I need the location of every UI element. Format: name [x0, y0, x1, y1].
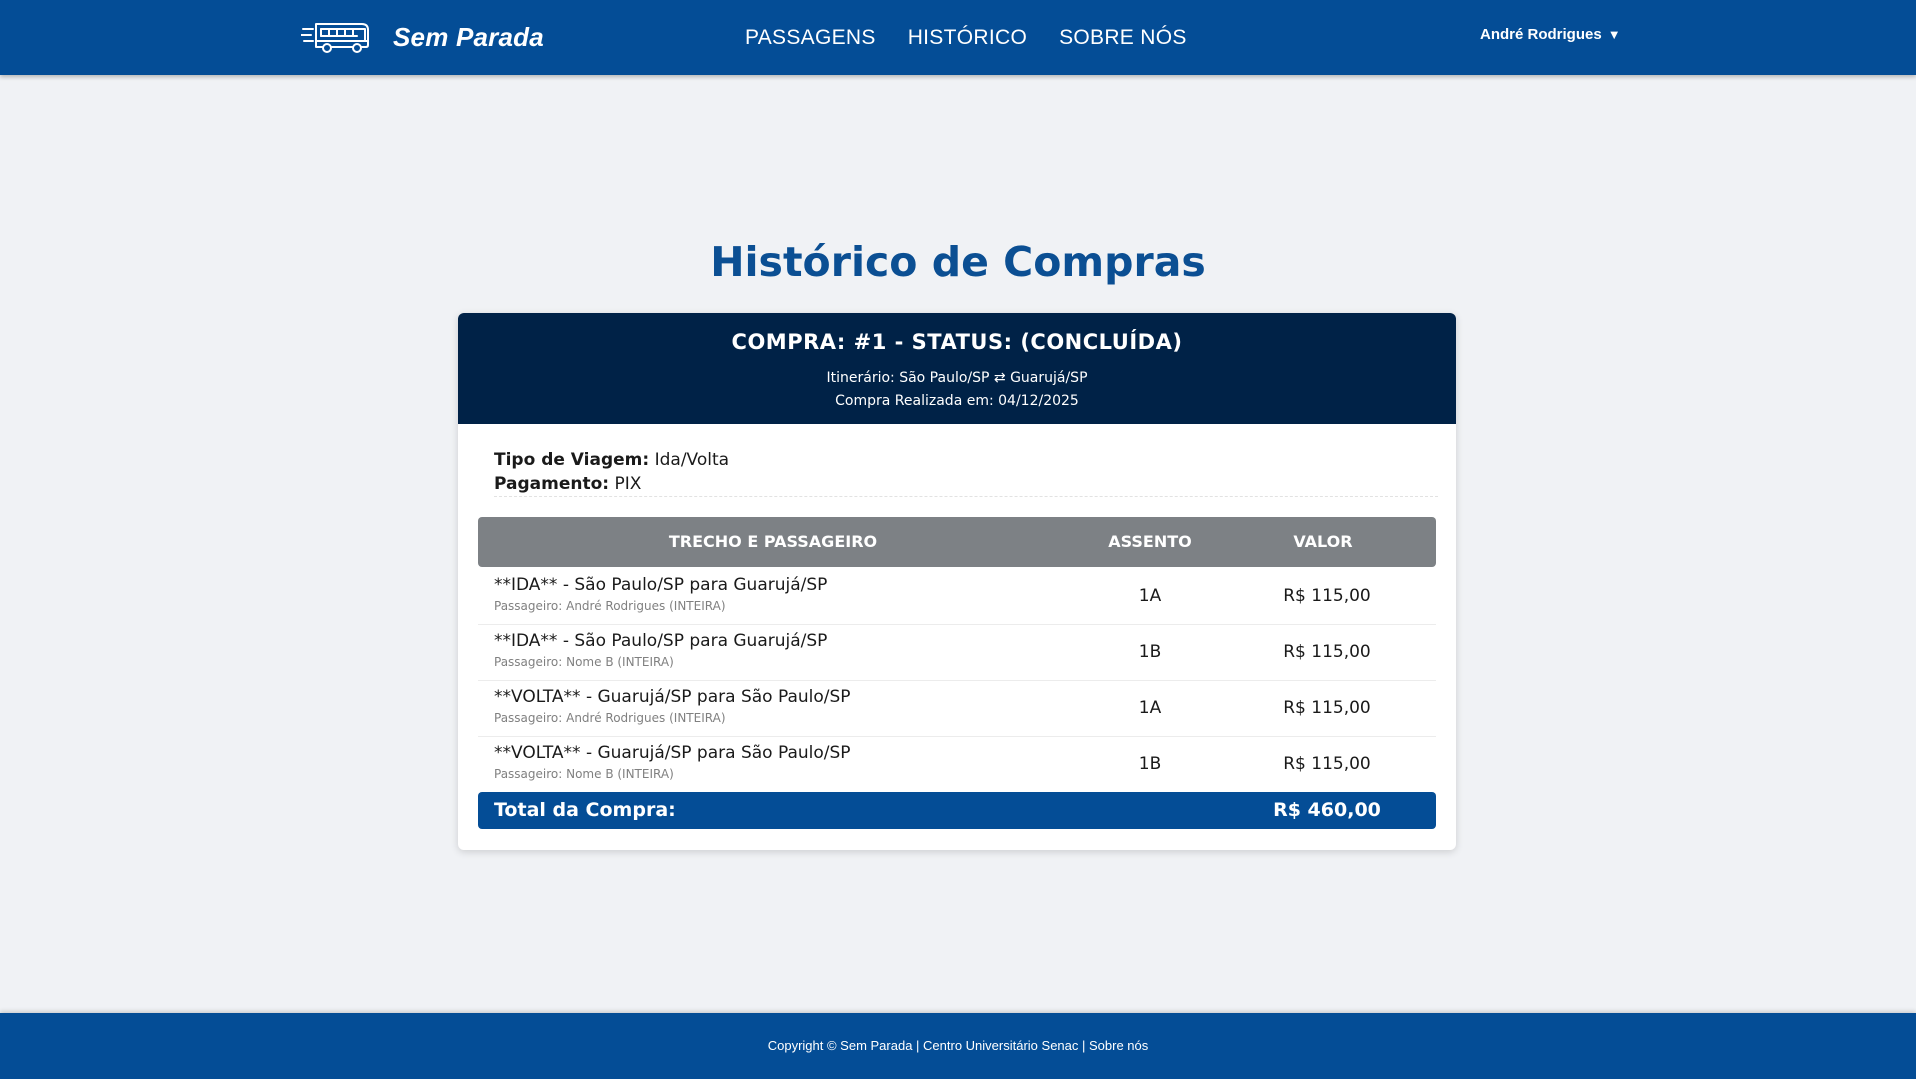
order-total-bar: Total da Compra: R$ 460,00 [478, 792, 1436, 829]
row-seat: 1A [1138, 698, 1162, 718]
page-footer: Copyright © Sem Parada | Centro Universi… [0, 1013, 1916, 1079]
order-itinerary: Itinerário: São Paulo/SP ⇄ Guarujá/SP [826, 370, 1088, 386]
trip-type-value: Ida/Volta [654, 450, 730, 470]
row-seat: 1B [1138, 754, 1162, 774]
row-passenger: Passageiro: André Rodrigues (INTEIRA) [494, 711, 726, 725]
top-navbar: Sem Parada PASSAGENS HISTÓRICO SOBRE NÓS… [0, 0, 1916, 75]
trip-type-line: Tipo de Viagem: Ida/Volta [494, 448, 729, 472]
brand-logo-link[interactable]: Sem Parada [301, 17, 544, 57]
payment-line: Pagamento: PIX [494, 472, 729, 496]
row-seat: 1A [1138, 586, 1162, 606]
brand-name: Sem Parada [393, 21, 544, 52]
trip-type-label: Tipo de Viagem: [494, 450, 650, 470]
nav-link-sobre-nos[interactable]: SOBRE NÓS [1059, 24, 1187, 52]
tickets-table-header: TRECHO E PASSAGEIRO ASSENTO VALOR [478, 517, 1436, 567]
row-route: **IDA** - São Paulo/SP para Guarujá/SP [494, 631, 828, 651]
row-passenger: Passageiro: André Rodrigues (INTEIRA) [494, 599, 726, 613]
nav-link-historico[interactable]: HISTÓRICO [908, 24, 1027, 52]
table-row: **VOLTA** - Guarujá/SP para São Paulo/SP… [478, 680, 1436, 737]
row-passenger: Passageiro: Nome B (INTEIRA) [494, 767, 674, 781]
row-route: **VOLTA** - Guarujá/SP para São Paulo/SP [494, 743, 851, 763]
payment-value: PIX [614, 474, 642, 494]
row-price: R$ 115,00 [1283, 698, 1371, 718]
table-row: **IDA** - São Paulo/SP para Guarujá/SP P… [478, 624, 1436, 681]
total-value: R$ 460,00 [1273, 799, 1381, 821]
column-header-value: VALOR [1293, 532, 1353, 551]
footer-text: Copyright © Sem Parada | Centro Universi… [767, 1038, 1149, 1053]
nav-link-passagens[interactable]: PASSAGENS [745, 24, 876, 52]
order-card: COMPRA: #1 - STATUS: (CONCLUÍDA) Itinerá… [458, 313, 1456, 850]
order-purchase-date: Compra Realizada em: 04/12/2025 [835, 393, 1079, 409]
row-price: R$ 115,00 [1283, 754, 1371, 774]
table-row: **VOLTA** - Guarujá/SP para São Paulo/SP… [478, 736, 1436, 792]
page-title: Histórico de Compras [710, 238, 1206, 286]
order-card-header: COMPRA: #1 - STATUS: (CONCLUÍDA) Itinerá… [458, 313, 1456, 424]
payment-label: Pagamento: [494, 474, 610, 494]
bus-icon [301, 20, 371, 54]
table-row: **IDA** - São Paulo/SP para Guarujá/SP P… [478, 568, 1436, 625]
column-header-segment: TRECHO E PASSAGEIRO [668, 532, 878, 551]
user-name: André Rodrigues [1480, 26, 1602, 43]
caret-down-icon: ▼ [1607, 27, 1621, 42]
row-seat: 1B [1138, 642, 1162, 662]
row-passenger: Passageiro: Nome B (INTEIRA) [494, 655, 674, 669]
row-price: R$ 115,00 [1283, 642, 1371, 662]
row-price: R$ 115,00 [1283, 586, 1371, 606]
row-route: **VOLTA** - Guarujá/SP para São Paulo/SP [494, 687, 851, 707]
column-header-seat: ASSENTO [1108, 532, 1192, 551]
info-divider [494, 496, 1438, 497]
user-menu-dropdown[interactable]: André Rodrigues ▼ [1480, 26, 1621, 43]
total-label: Total da Compra: [494, 799, 676, 821]
row-route: **IDA** - São Paulo/SP para Guarujá/SP [494, 575, 828, 595]
order-title: COMPRA: #1 - STATUS: (CONCLUÍDA) [731, 330, 1183, 354]
main-nav: PASSAGENS HISTÓRICO SOBRE NÓS [745, 24, 1187, 52]
order-info: Tipo de Viagem: Ida/Volta Pagamento: PIX [494, 448, 729, 496]
